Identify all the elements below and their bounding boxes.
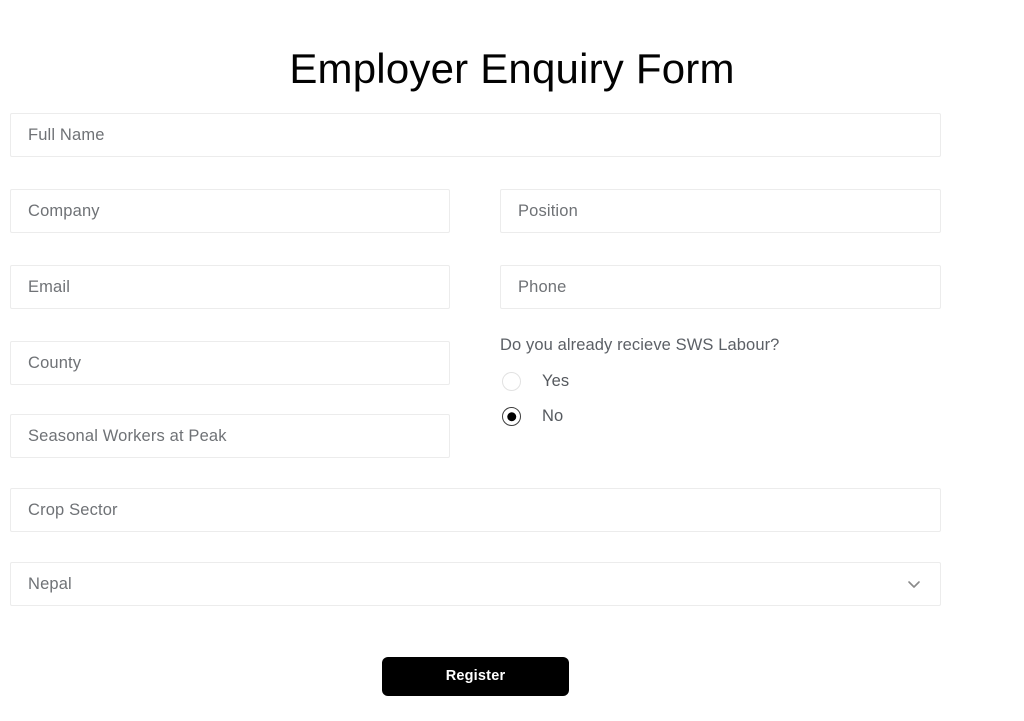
sws-labour-question-label: Do you already recieve SWS Labour? [500, 336, 780, 354]
seasonal-workers-placeholder: Seasonal Workers at Peak [28, 426, 227, 445]
page-title: Employer Enquiry Form [289, 45, 735, 93]
phone-placeholder: Phone [518, 277, 567, 296]
position-placeholder: Position [518, 201, 578, 220]
radio-option-no[interactable]: No [500, 405, 941, 429]
radio-yes-label: Yes [542, 372, 570, 391]
seasonal-workers-input[interactable]: Seasonal Workers at Peak [10, 414, 450, 458]
full-name-placeholder: Full Name [28, 125, 105, 144]
email-placeholder: Email [28, 277, 71, 296]
employer-enquiry-form-page: Employer Enquiry Form Full Name Company … [0, 0, 1024, 721]
country-select[interactable]: Nepal [10, 562, 941, 606]
register-button[interactable]: Register [382, 657, 569, 696]
company-placeholder: Company [28, 201, 100, 220]
crop-sector-input[interactable]: Crop Sector [10, 488, 941, 532]
county-input[interactable]: County [10, 341, 450, 385]
chevron-down-icon[interactable] [906, 576, 922, 592]
country-select-value: Nepal [28, 574, 72, 593]
company-input[interactable]: Company [10, 189, 450, 233]
radio-no-label: No [542, 407, 564, 426]
radio-no-icon[interactable] [502, 407, 521, 426]
phone-input[interactable]: Phone [500, 265, 941, 309]
email-input[interactable]: Email [10, 265, 450, 309]
radio-yes-icon[interactable] [502, 372, 521, 391]
county-placeholder: County [28, 353, 82, 372]
crop-sector-placeholder: Crop Sector [28, 500, 118, 519]
radio-option-yes[interactable]: Yes [500, 370, 941, 394]
full-name-input[interactable]: Full Name [10, 113, 941, 157]
sws-labour-radio-group: Do you already recieve SWS Labour? Yes N… [500, 337, 941, 440]
position-input[interactable]: Position [500, 189, 941, 233]
